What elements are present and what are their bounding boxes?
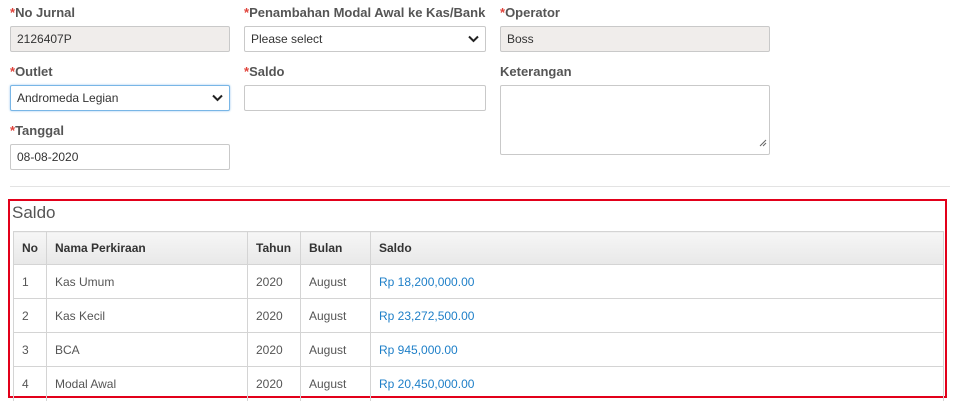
section-divider: [10, 186, 950, 187]
penambahan-label: *Penambahan Modal Awal ke Kas/Bank: [244, 5, 486, 20]
table-row[interactable]: 2 Kas Kecil 2020 August Rp 23,272,500.00: [13, 298, 944, 333]
cell-bulan: August: [300, 298, 371, 333]
table-row[interactable]: 4 Modal Awal 2020 August Rp 20,450,000.0…: [13, 366, 944, 401]
operator-field[interactable]: Boss: [500, 26, 770, 52]
resize-grip-icon[interactable]: [759, 134, 767, 152]
saldo-panel-title: Saldo: [12, 203, 56, 222]
table-header-row: No Nama Perkiraan Tahun Bulan Saldo: [13, 231, 944, 265]
no-jurnal-label: *No Jurnal: [10, 5, 76, 20]
cell-tahun: 2020: [247, 366, 301, 401]
column-header-bulan[interactable]: Bulan: [300, 231, 371, 265]
table-row[interactable]: 1 Kas Umum 2020 August Rp 18,200,000.00: [13, 264, 944, 299]
saldo-input[interactable]: [244, 85, 486, 111]
chevron-down-icon: [211, 92, 223, 104]
cell-tahun: 2020: [247, 332, 301, 367]
cell-tahun: 2020: [247, 298, 301, 333]
cell-nama: Modal Awal: [46, 366, 248, 401]
column-header-tahun[interactable]: Tahun: [247, 231, 301, 265]
cell-nama: Kas Kecil: [46, 298, 248, 333]
chevron-down-icon: [467, 33, 479, 45]
cell-bulan: August: [300, 264, 371, 299]
cell-nama: BCA: [46, 332, 248, 367]
cell-no: 3: [13, 332, 47, 367]
column-header-no[interactable]: No: [13, 231, 47, 265]
cell-tahun: 2020: [247, 264, 301, 299]
cell-saldo: Rp 945,000.00: [370, 332, 944, 367]
no-jurnal-field[interactable]: 2126407P: [10, 26, 230, 52]
saldo-label: *Saldo: [244, 64, 285, 79]
cell-saldo: Rp 18,200,000.00: [370, 264, 944, 299]
cell-no: 2: [13, 298, 47, 333]
outlet-select[interactable]: Andromeda Legian: [10, 85, 230, 111]
column-header-saldo[interactable]: Saldo: [370, 231, 944, 265]
penambahan-select[interactable]: Please select: [244, 26, 486, 52]
keterangan-label: Keterangan: [500, 64, 572, 79]
cell-bulan: August: [300, 332, 371, 367]
outlet-label: *Outlet: [10, 64, 53, 79]
cell-no: 4: [13, 366, 47, 401]
saldo-table: No Nama Perkiraan Tahun Bulan Saldo 1 Ka…: [13, 231, 944, 401]
tanggal-field[interactable]: 08-08-2020: [10, 144, 230, 170]
saldo-panel: Saldo No Nama Perkiraan Tahun Bulan Sald…: [8, 199, 947, 401]
keterangan-textarea[interactable]: [500, 85, 770, 155]
cell-no: 1: [13, 264, 47, 299]
column-header-nama-perkiraan[interactable]: Nama Perkiraan: [46, 231, 248, 265]
tanggal-label: *Tanggal: [10, 123, 64, 138]
cell-nama: Kas Umum: [46, 264, 248, 299]
table-row[interactable]: 3 BCA 2020 August Rp 945,000.00: [13, 332, 944, 367]
cell-saldo: Rp 23,272,500.00: [370, 298, 944, 333]
operator-label: *Operator: [500, 5, 560, 20]
cell-saldo: Rp 20,450,000.00: [370, 366, 944, 401]
cell-bulan: August: [300, 366, 371, 401]
